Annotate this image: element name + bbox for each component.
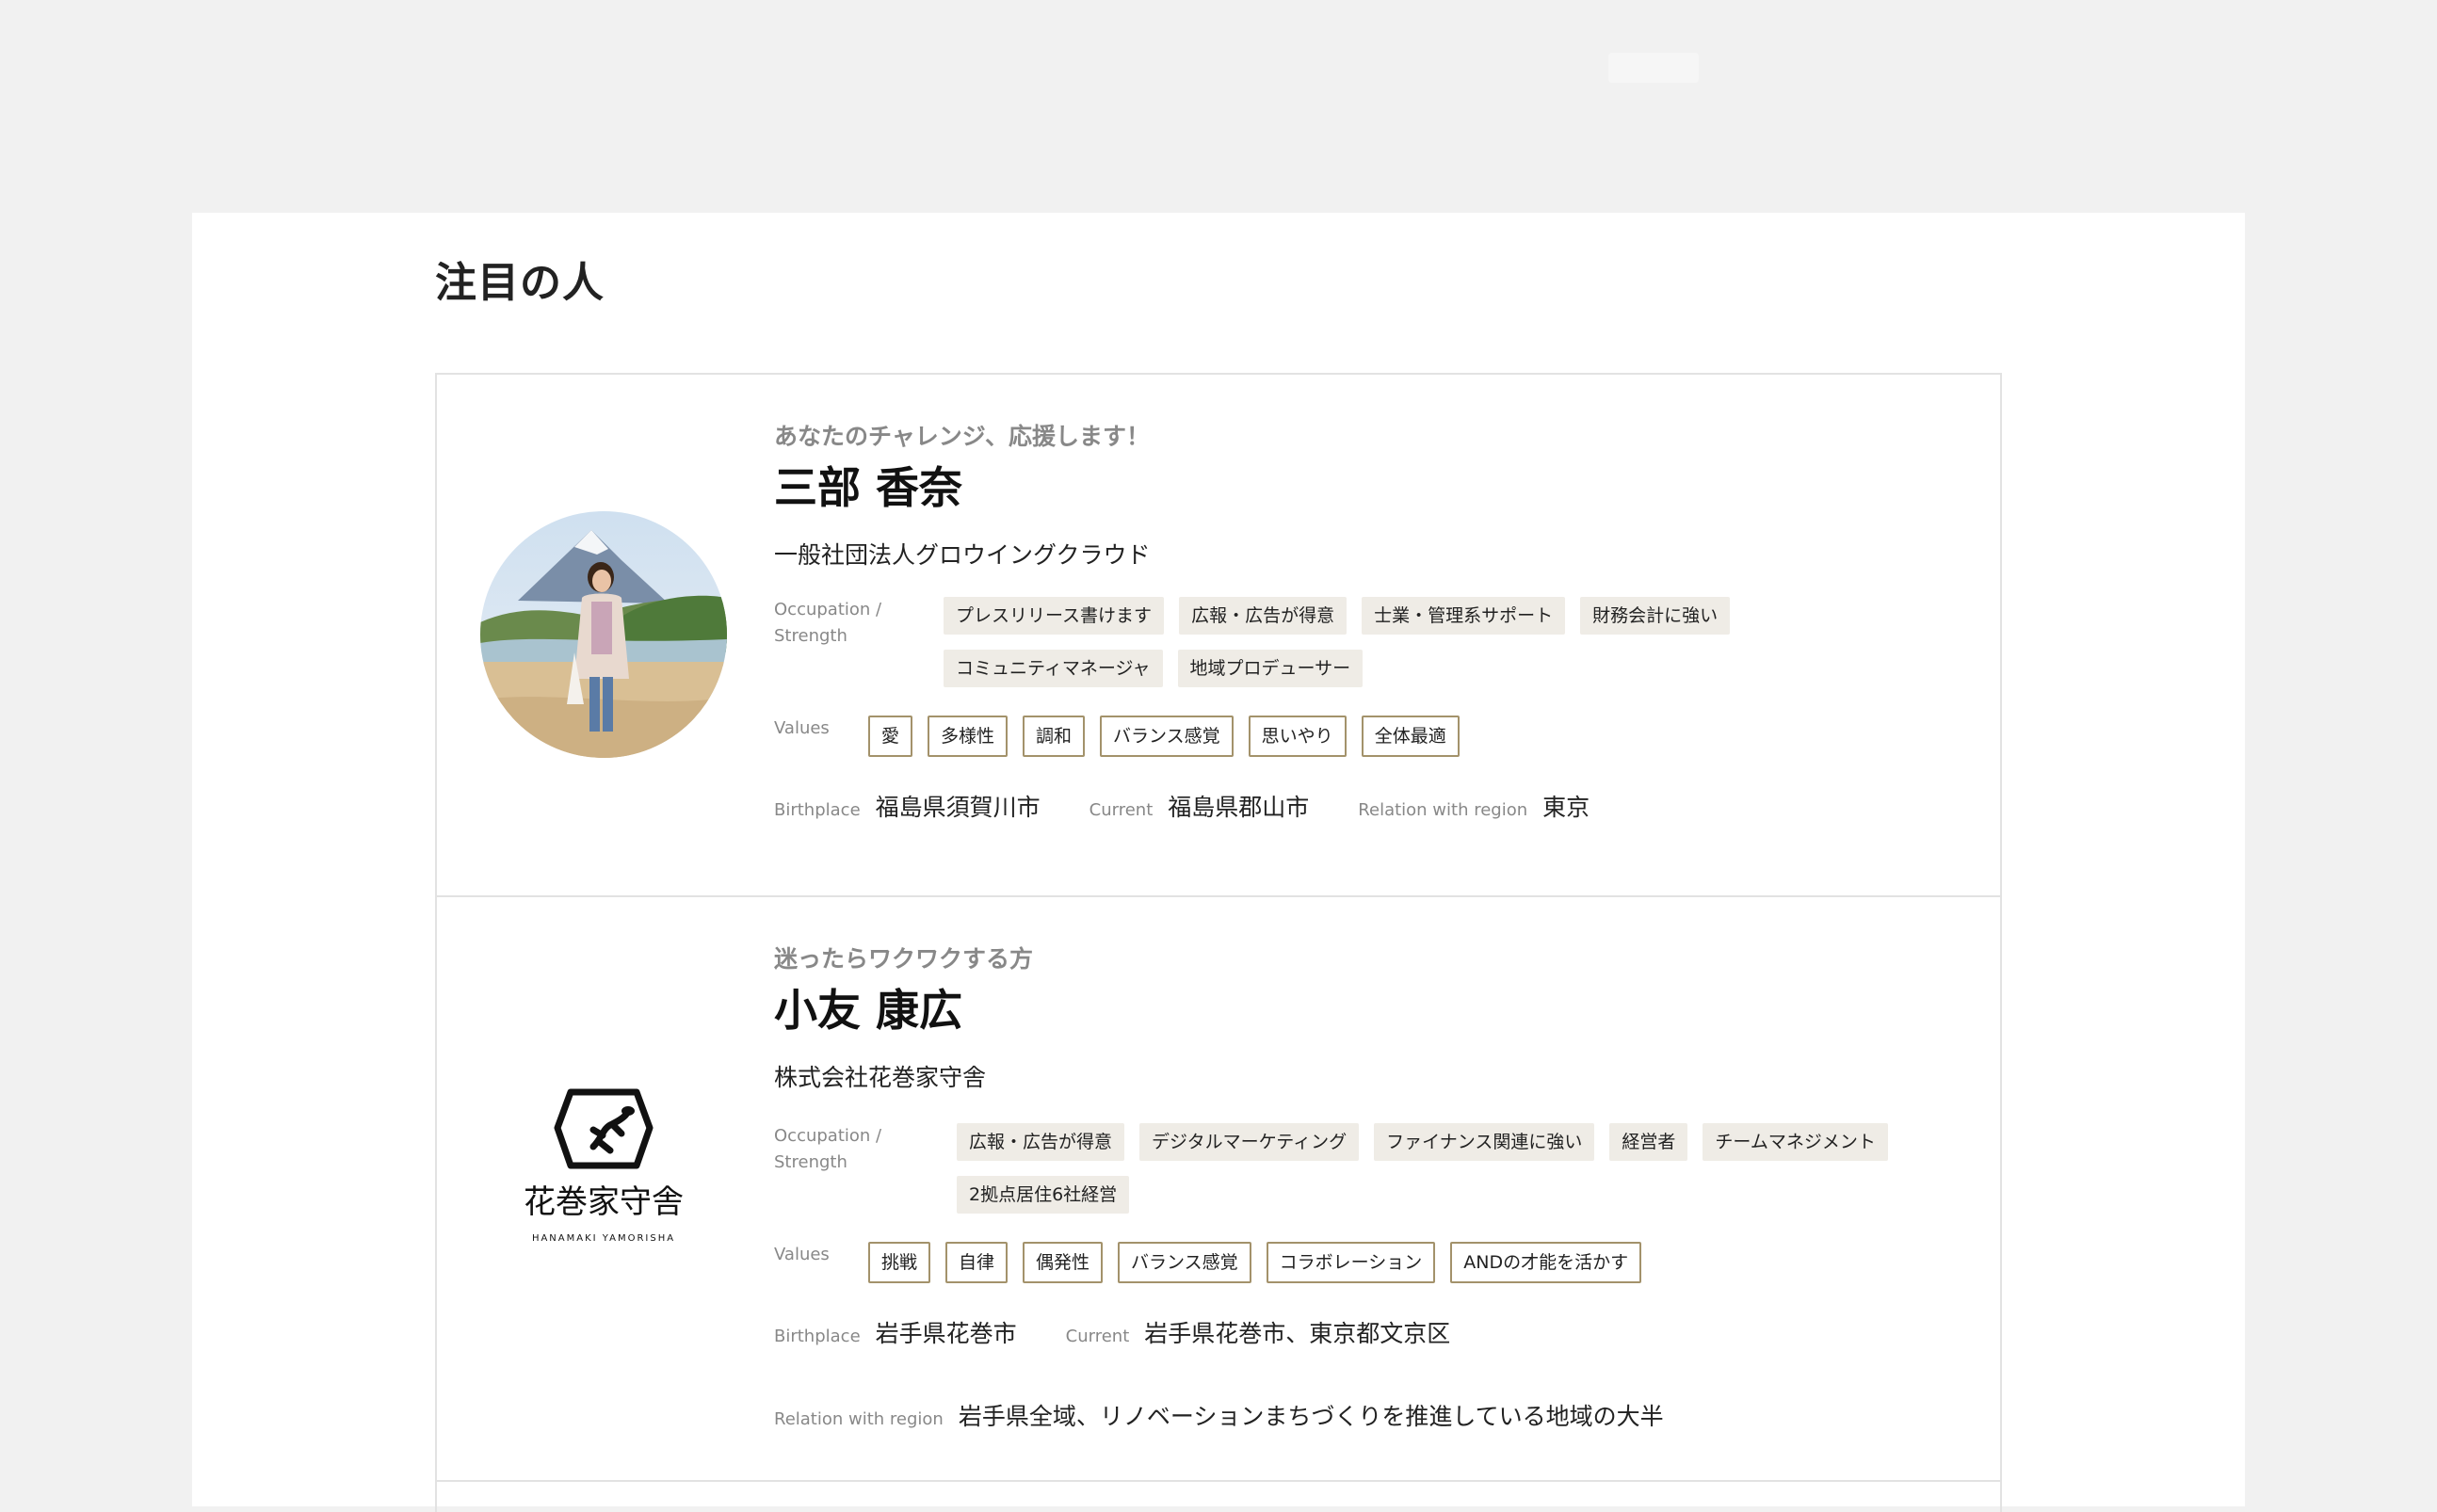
current-value: 福島県郡山市 <box>1168 794 1310 821</box>
value-tag[interactable]: ANDの才能を活かす <box>1450 1242 1642 1283</box>
occupation-row: Occupation / Strength 広報・広告が得意 デジタルマーケティ… <box>774 1123 1962 1214</box>
value-tag[interactable]: バランス感覚 <box>1118 1242 1251 1283</box>
occupation-tag[interactable]: デジタルマーケティング <box>1139 1123 1360 1161</box>
birthplace-label: Birthplace <box>774 1327 861 1346</box>
occupation-row: Occupation / Strength プレスリリース書けます 広報・広告が… <box>774 597 1962 687</box>
values-row: Values 挑戦 自律 偶発性 バランス感覚 コラボレーション ANDの才能を… <box>774 1242 1962 1283</box>
occupation-tags: プレスリリース書けます 広報・広告が得意 士業・管理系サポート 財務会計に強い … <box>944 597 1962 687</box>
occupation-label: Occupation / Strength <box>774 1126 882 1172</box>
person-name[interactable]: 小友 康広 <box>774 980 1962 1040</box>
occupation-label: Occupation / Strength <box>774 600 882 646</box>
featured-people-panel: 注目の人 あなたのチャレンジ、応援します！ 三部 香奈 一般社団法人グロウイング… <box>192 213 2245 1512</box>
logo-text: 花巻家守舎 <box>524 1183 684 1221</box>
values-row: Values 愛 多様性 調和 バランス感覚 思いやり 全体最適 <box>774 716 1962 757</box>
occupation-tag[interactable]: 広報・広告が得意 <box>957 1123 1125 1161</box>
gecko-logo-icon: 花巻家守舎 HANAMAKI YAMORISHA <box>524 1088 684 1244</box>
person-organization: 株式会社花巻家守舎 <box>774 1064 987 1091</box>
header-placeholder <box>1608 53 1699 83</box>
birthplace-value: 福島県須賀川市 <box>875 794 1041 821</box>
values-tags: 挑戦 自律 偶発性 バランス感覚 コラボレーション ANDの才能を活かす <box>868 1242 1642 1283</box>
relation-label: Relation with region <box>774 1409 944 1429</box>
people-list: あなたのチャレンジ、応援します！ 三部 香奈 一般社団法人グロウイングクラウド … <box>435 373 2002 1512</box>
values-tags: 愛 多様性 調和 バランス感覚 思いやり 全体最適 <box>868 716 1460 757</box>
person-catchphrase: あなたのチャレンジ、応援します！ <box>774 423 1151 450</box>
relation-label: Relation with region <box>1358 800 1528 820</box>
birthplace-label: Birthplace <box>774 800 861 820</box>
current-label: Current <box>1089 800 1154 820</box>
person-catchphrase: 迷ったらワクワクする方 <box>774 945 1034 973</box>
value-tag[interactable]: 挑戦 <box>868 1242 931 1283</box>
portrait-image <box>480 511 727 758</box>
logo-subtext: HANAMAKI YAMORISHA <box>532 1233 675 1244</box>
section-title: 注目の人 <box>435 259 605 307</box>
birthplace-value: 岩手県花巻市 <box>875 1320 1017 1347</box>
value-tag[interactable]: 全体最適 <box>1361 716 1460 757</box>
occupation-tag[interactable]: 2拠点居住6社経営 <box>957 1176 1130 1214</box>
company-logo[interactable]: 花巻家守舎 HANAMAKI YAMORISHA <box>480 1062 727 1309</box>
value-tag[interactable]: 調和 <box>1023 716 1086 757</box>
occupation-tag[interactable]: ファイナンス関連に強い <box>1374 1123 1595 1161</box>
person-organization: 一般社団法人グロウイングクラウド <box>774 541 1151 569</box>
value-tag[interactable]: 自律 <box>945 1242 1009 1283</box>
region-meta: Birthplace 福島県須賀川市 Current 福島県郡山市 Relati… <box>774 789 1962 823</box>
occupation-tag[interactable]: チームマネジメント <box>1703 1123 1888 1161</box>
values-label: Values <box>774 718 830 738</box>
region-meta: Birthplace 岩手県花巻市 Current 岩手県花巻市、東京都文京区 … <box>774 1315 1962 1432</box>
occupation-tag[interactable]: コミュニティマネージャ <box>944 650 1163 687</box>
value-tag[interactable]: コラボレーション <box>1266 1242 1436 1283</box>
relation-value: 東京 <box>1542 794 1590 821</box>
person-card[interactable]: 花巻家守舎 HANAMAKI YAMORISHA 迷ったらワクワクする方 小友 … <box>437 897 2000 1482</box>
occupation-tag[interactable]: 士業・管理系サポート <box>1362 597 1566 635</box>
person-name[interactable]: 三部 香奈 <box>774 458 1962 518</box>
person-card[interactable]: あなたのチャレンジ、応援します！ 三部 香奈 一般社団法人グロウイングクラウド … <box>437 375 2000 897</box>
value-tag[interactable]: 偶発性 <box>1023 1242 1104 1283</box>
person-photo[interactable] <box>480 511 727 758</box>
person-info: あなたのチャレンジ、応援します！ 三部 香奈 一般社団法人グロウイングクラウド … <box>774 420 1962 823</box>
values-label: Values <box>774 1245 830 1264</box>
current-value: 岩手県花巻市、東京都文京区 <box>1144 1320 1451 1347</box>
occupation-tag[interactable]: 広報・広告が得意 <box>1179 597 1348 635</box>
value-tag[interactable]: 多様性 <box>928 716 1009 757</box>
value-tag[interactable]: 思いやり <box>1248 716 1347 757</box>
occupation-tag[interactable]: 財務会計に強い <box>1580 597 1731 635</box>
value-tag[interactable]: バランス感覚 <box>1100 716 1234 757</box>
occupation-tags: 広報・広告が得意 デジタルマーケティング ファイナンス関連に強い 経営者 チーム… <box>957 1123 1898 1214</box>
occupation-tag[interactable]: 経営者 <box>1609 1123 1688 1161</box>
value-tag[interactable]: 愛 <box>868 716 913 757</box>
occupation-tag[interactable]: プレスリリース書けます <box>944 597 1165 635</box>
person-info: 迷ったらワクワクする方 小友 康広 株式会社花巻家守舎 Occupation /… <box>774 942 1962 1432</box>
relation-value: 岩手県全域、リノベーションまちづくりを推進している地域の大半 <box>958 1403 1664 1430</box>
occupation-tag[interactable]: 地域プロデューサー <box>1177 650 1364 687</box>
current-label: Current <box>1065 1327 1130 1346</box>
